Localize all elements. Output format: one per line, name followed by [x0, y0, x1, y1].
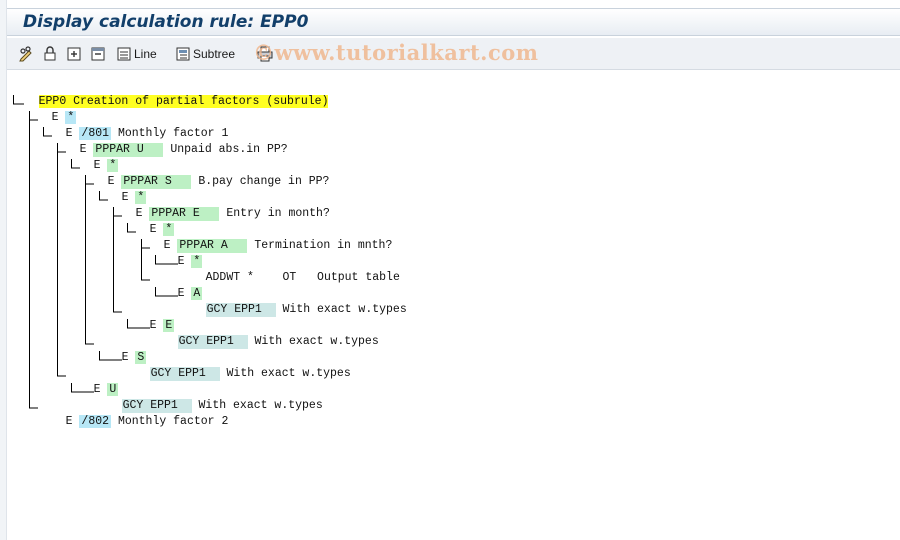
tree-node[interactable]: E *: [66, 145, 119, 172]
tree-node[interactable]: E *: [24, 97, 77, 124]
tree-node[interactable]: E U: [66, 369, 119, 396]
tree-node[interactable]: E *: [150, 241, 203, 268]
tree-node[interactable]: E PPPAR A Termination in mnth?: [136, 225, 392, 253]
node-key[interactable]: GCY EPP1: [177, 335, 248, 349]
node-text: Entry in month?: [226, 207, 330, 220]
node-operation: OT: [282, 271, 297, 284]
tree-node[interactable]: E *: [122, 209, 175, 236]
tree-node[interactable]: E /802 Monthly factor 2: [38, 401, 228, 428]
tree-node[interactable]: E *: [94, 177, 147, 204]
expand-toggle[interactable]: E: [66, 415, 73, 428]
node-text: With exact w.types: [282, 303, 407, 316]
node-text: B.pay change in PP?: [198, 175, 330, 188]
node-text: Termination in mnth?: [254, 239, 393, 252]
root-rule-text: Creation of partial factors (subrule): [73, 95, 329, 108]
node-text: Unpaid abs.in PP?: [170, 143, 288, 156]
tree-node[interactable]: E /801 Monthly factor 1: [38, 113, 228, 140]
tree-node[interactable]: E E: [122, 305, 175, 332]
tree-node[interactable]: E PPPAR U Unpaid abs.in PP?: [52, 129, 288, 157]
tree-node[interactable]: E A: [150, 273, 203, 300]
tree-leaf-node[interactable]: GCY EPP1 With exact w.types: [150, 321, 379, 349]
tree-node[interactable]: E S: [94, 337, 147, 364]
node-key[interactable]: GCY EPP1: [149, 367, 220, 381]
tree-leaf-node[interactable]: GCY EPP1 With exact w.types: [122, 353, 351, 381]
node-key[interactable]: GCY EPP1: [205, 303, 276, 317]
tree-node[interactable]: E PPPAR S B.pay change in PP?: [80, 161, 329, 189]
tree-leaf-node[interactable]: GCY EPP1 With exact w.types: [178, 289, 407, 317]
rule-tree: EPP0 Creation of partial factors (subrul…: [0, 0, 900, 540]
node-text: Output table: [317, 271, 400, 284]
node-text: With exact w.types: [226, 367, 351, 380]
node-text: Monthly factor 2: [117, 415, 229, 428]
node-key[interactable]: ADDWT *: [205, 271, 276, 285]
tree-leaf-node[interactable]: GCY EPP1 With exact w.types: [94, 385, 323, 413]
tree-root-node[interactable]: EPP0 Creation of partial factors (subrul…: [11, 81, 329, 108]
node-text: With exact w.types: [254, 335, 379, 348]
node-key[interactable]: /802: [79, 415, 112, 428]
tree-leaf-node[interactable]: ADDWT * OT Output table: [178, 257, 400, 285]
tree-node[interactable]: E PPPAR E Entry in month?: [108, 193, 330, 221]
